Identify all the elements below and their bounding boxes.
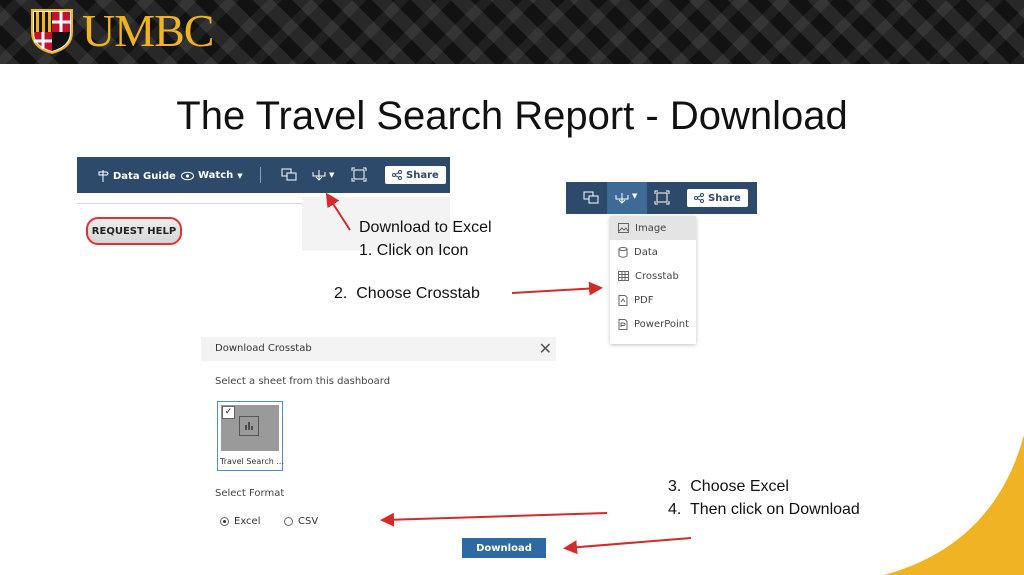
arrow-to-excel	[380, 512, 608, 527]
annotation-arrows	[325, 192, 692, 555]
arrow-to-download-button	[563, 537, 692, 555]
arrow-to-crosstab	[511, 281, 603, 296]
gold-corner-decoration	[884, 435, 1024, 575]
arrow-to-download-icon	[325, 192, 351, 231]
